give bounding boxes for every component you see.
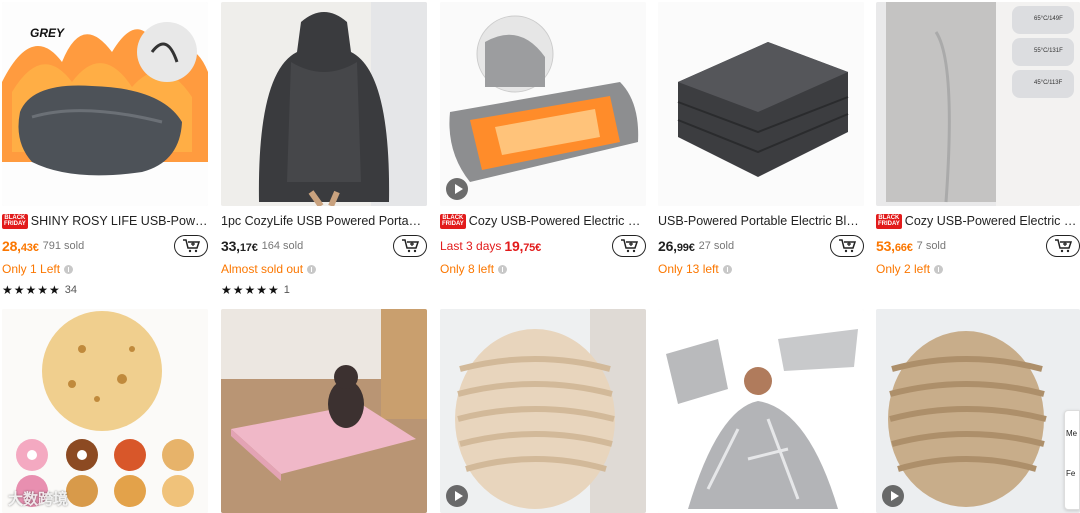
side-panel-item[interactable]: Fe <box>1066 454 1078 494</box>
pet-mat-image <box>221 309 427 513</box>
product-card-2[interactable]: 1pc CozyLife USB Powered Portable F... 3… <box>221 2 427 297</box>
black-friday-badge: BLACK FRIDAY <box>2 213 28 229</box>
stock-status: Only 2 left <box>876 262 1080 276</box>
folded-blanket-image <box>658 2 864 206</box>
product-price: 33,17€ <box>221 238 258 254</box>
product-image[interactable] <box>658 309 864 513</box>
play-video-icon[interactable] <box>882 485 904 507</box>
product-title[interactable]: SHINY ROSY LIFE USB-Powere... <box>31 214 208 228</box>
info-icon[interactable] <box>307 264 317 274</box>
faux-fur-blanket-image <box>440 309 646 513</box>
product-card-1[interactable]: GREY BLACK FRIDAY SHINY ROSY LIFE USB-Pow… <box>2 2 208 297</box>
side-panel-item[interactable]: Me <box>1066 414 1078 454</box>
stock-status: Only 13 left <box>658 262 864 276</box>
add-to-cart-button[interactable] <box>612 235 646 257</box>
review-count: 1 <box>283 284 290 296</box>
product-title[interactable]: USB-Powered Portable Electric Blank... <box>658 214 864 228</box>
rating: ★★★★★ 1 <box>221 283 427 297</box>
product-card-10[interactable] <box>876 309 1080 513</box>
product-image[interactable] <box>440 309 646 513</box>
wearable-blanket-image <box>221 2 427 206</box>
product-title[interactable]: 1pc CozyLife USB Powered Portable F... <box>221 214 427 228</box>
stock-status: Almost sold out <box>221 262 427 276</box>
temperature-option: 65°C/149F <box>1012 6 1074 34</box>
add-to-cart-button[interactable] <box>393 235 427 257</box>
add-to-cart-button[interactable] <box>830 235 864 257</box>
product-title[interactable]: Cozy USB-Powered Electric Bl... <box>469 214 646 228</box>
product-price: 19,75€ <box>504 238 542 254</box>
sold-count: 791 sold <box>42 240 85 252</box>
emergency-blanket-image <box>658 309 864 513</box>
product-title[interactable]: Cozy USB-Powered Electric Bl... <box>905 214 1080 228</box>
star-rating-icons: ★★★★★ <box>2 283 61 297</box>
review-count: 34 <box>64 284 78 296</box>
add-to-cart-button[interactable] <box>1046 235 1080 257</box>
add-to-cart-icon <box>183 239 200 253</box>
watermark-text: 大数跨境 <box>8 491 69 508</box>
info-icon[interactable] <box>498 264 508 274</box>
product-image[interactable] <box>440 2 646 206</box>
product-card-4[interactable]: USB-Powered Portable Electric Blank... 2… <box>658 2 864 276</box>
add-to-cart-icon <box>1055 239 1072 253</box>
side-floating-panel[interactable]: Me Fe <box>1064 410 1080 510</box>
sold-count: 27 sold <box>698 240 735 252</box>
product-card-3[interactable]: BLACK FRIDAY Cozy USB-Powered Electric Bl… <box>440 2 646 276</box>
sold-count: 164 sold <box>261 240 304 252</box>
product-card-9[interactable] <box>658 309 864 513</box>
star-rating-icons: ★★★★★ <box>221 283 280 297</box>
add-to-cart-icon <box>839 239 856 253</box>
product-price: 28,43€ <box>2 238 39 254</box>
product-card-8[interactable] <box>440 309 646 513</box>
product-image[interactable] <box>221 309 427 513</box>
black-friday-badge: BLACK FRIDAY <box>440 213 466 229</box>
faux-fur-blanket-brown-image <box>876 309 1080 513</box>
image-label: GREY <box>30 26 65 40</box>
stock-status: Only 8 left <box>440 262 646 276</box>
rating: ★★★★★ 34 <box>2 283 208 297</box>
product-card-5[interactable]: 65°C/149F 55°C/131F 45°C/113F BLACK FRIDA… <box>876 2 1080 276</box>
product-image[interactable] <box>221 2 427 206</box>
product-price: 26,99€ <box>658 238 695 254</box>
heating-pad-image <box>440 2 646 206</box>
product-image[interactable]: GREY <box>2 2 208 206</box>
black-friday-badge: BLACK FRIDAY <box>876 213 902 229</box>
product-grid: GREY BLACK FRIDAY SHINY ROSY LIFE USB-Pow… <box>0 0 1080 513</box>
product-image[interactable]: 65°C/149F 55°C/131F 45°C/113F <box>876 2 1080 206</box>
tortilla-blanket-image <box>2 309 208 513</box>
temperature-option: 45°C/113F <box>1012 70 1074 98</box>
play-video-icon[interactable] <box>446 485 468 507</box>
product-image[interactable]: 大数跨境 <box>2 309 208 513</box>
product-card-6[interactable]: 大数跨境 <box>2 309 208 513</box>
product-price: 53,66€ <box>876 238 913 254</box>
stock-status: Only 1 Left <box>2 262 208 276</box>
add-to-cart-icon <box>402 239 419 253</box>
temperature-levels: 65°C/149F 55°C/131F 45°C/113F <box>1012 6 1074 98</box>
play-video-icon[interactable] <box>446 178 468 200</box>
info-icon[interactable] <box>722 264 732 274</box>
product-image[interactable] <box>876 309 1080 513</box>
add-to-cart-button[interactable] <box>174 235 208 257</box>
product-card-7[interactable] <box>221 309 427 513</box>
sold-count: 7 sold <box>916 240 946 252</box>
info-icon[interactable] <box>934 264 944 274</box>
promo-countdown: Last 3 days <box>440 239 502 253</box>
add-to-cart-icon <box>621 239 638 253</box>
info-icon[interactable] <box>64 264 74 274</box>
product-image[interactable] <box>658 2 864 206</box>
temperature-option: 55°C/131F <box>1012 38 1074 66</box>
